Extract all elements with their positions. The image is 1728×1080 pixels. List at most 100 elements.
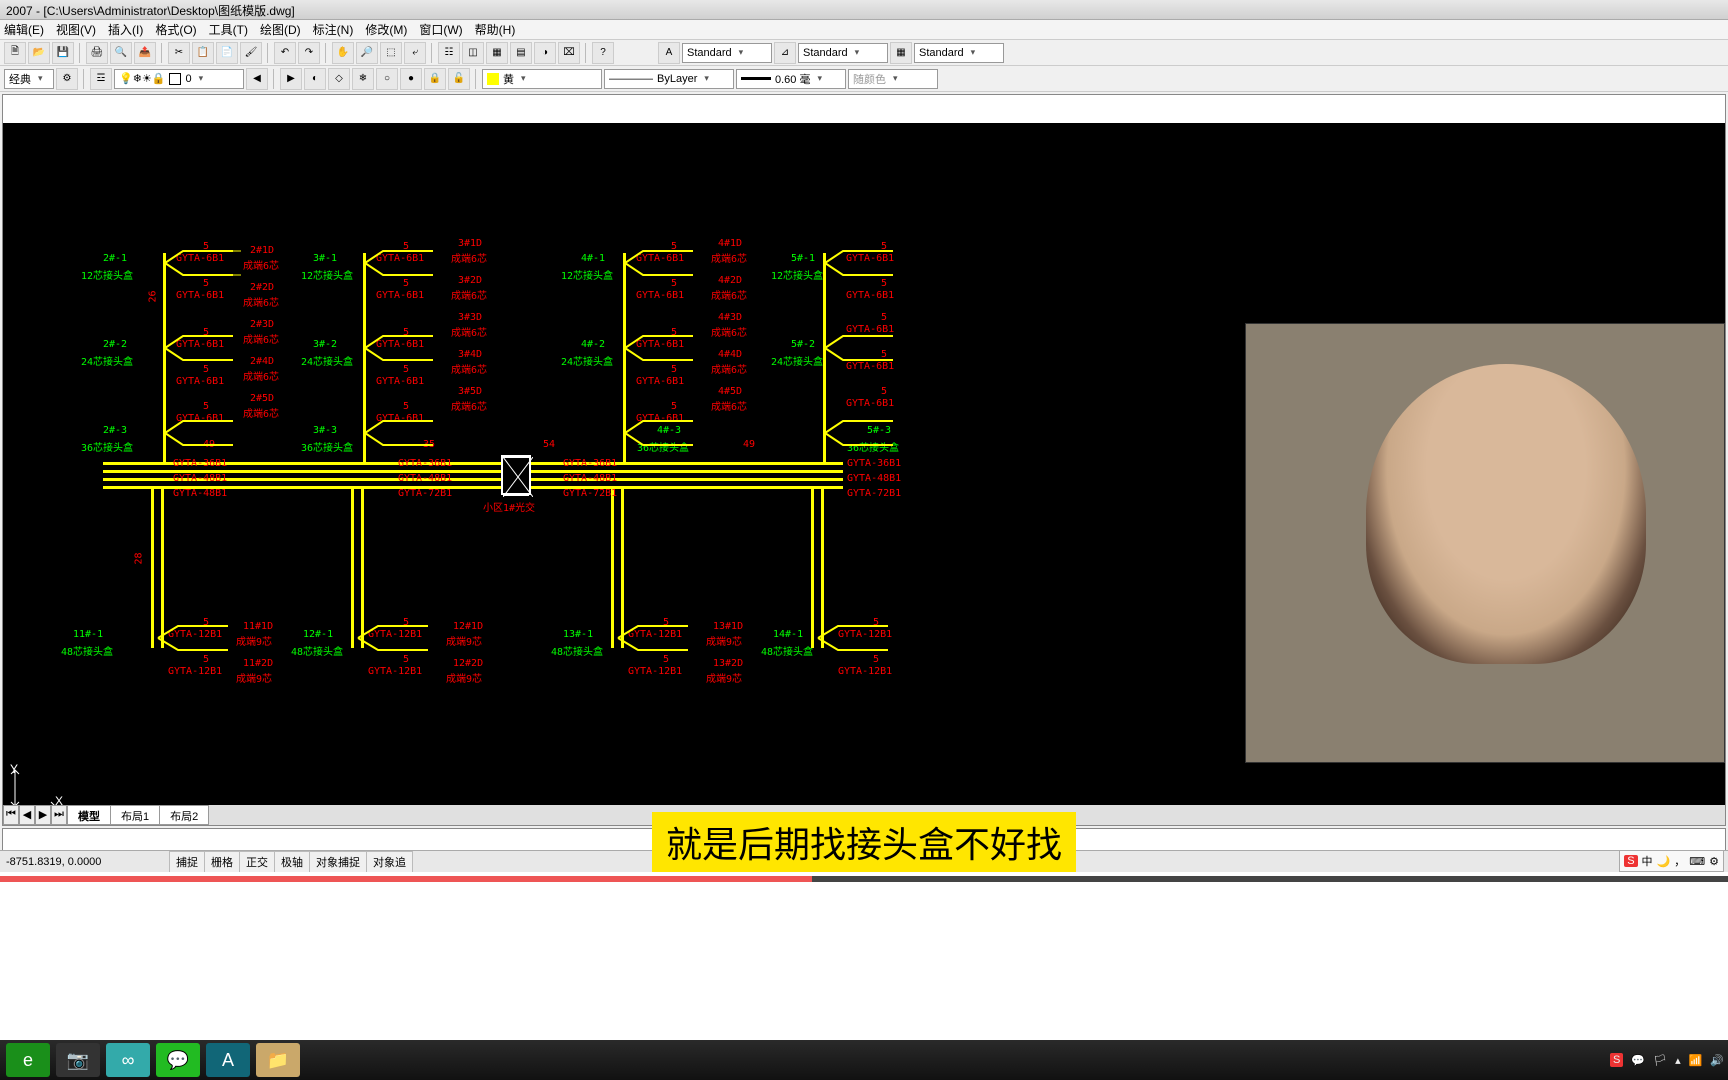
menu-modify[interactable]: 修改(M) [365, 21, 407, 38]
menu-view[interactable]: 视图(V) [56, 21, 96, 38]
tray-flag-icon[interactable]: 🏳 [1653, 1054, 1667, 1067]
ime-moon-icon[interactable]: 🌙 [1657, 855, 1671, 868]
len-2-1b: 5 [203, 278, 209, 289]
markup-icon[interactable]: ◑ [534, 42, 556, 64]
tray-chevron-icon[interactable]: ▴ [1675, 1054, 1681, 1067]
table-style-icon[interactable]: ▦ [890, 42, 912, 64]
taskbar-app-360[interactable]: e [6, 1043, 50, 1077]
undo-icon[interactable]: ↶ [274, 42, 296, 64]
layer-prev-icon[interactable]: ◀ [246, 68, 268, 90]
tab-model[interactable]: 模型 [67, 805, 111, 825]
zoom-icon[interactable]: 🔎 [356, 42, 378, 64]
tab-layout1[interactable]: 布局1 [110, 805, 160, 825]
save-icon[interactable]: 💾 [52, 42, 74, 64]
help-icon[interactable]: ? [592, 42, 614, 64]
taskbar-app-wechat[interactable]: 💬 [156, 1043, 200, 1077]
open-icon[interactable]: 📂 [28, 42, 50, 64]
layer-freeze-icon[interactable]: ❄ [352, 68, 374, 90]
print-icon[interactable]: 🖨 [86, 42, 108, 64]
layer-iso-icon[interactable]: ◇ [328, 68, 350, 90]
zoom-window-icon[interactable]: ⬚ [380, 42, 402, 64]
workspace-gear-icon[interactable]: ⚙ [56, 68, 78, 90]
tray-sogou-icon[interactable]: S [1610, 1053, 1623, 1067]
menu-draw[interactable]: 绘图(D) [260, 21, 301, 38]
ime-bar[interactable]: S 中 🌙 ， ⌨ ⚙ [1619, 850, 1724, 872]
len-2-2c: 5 [203, 401, 209, 412]
tab-last-icon[interactable]: ⏭ [51, 805, 67, 825]
ime-lang[interactable]: 中 [1642, 853, 1653, 869]
osnap-toggle[interactable]: 对象捕捉 [309, 851, 367, 873]
ime-settings-icon[interactable]: ⚙ [1709, 855, 1719, 868]
toolbar-layers: 经典 ⚙ ☲ 💡❄☀🔒0 ◀ ▶ ◐ ◇ ❄ ○ ● 🔒 🔓 黄 ――――ByL… [0, 66, 1728, 92]
snap-toggle[interactable]: 捕捉 [169, 851, 205, 873]
table-style-combo[interactable]: Standard [914, 43, 1004, 63]
copy-icon[interactable]: 📋 [192, 42, 214, 64]
layer-combo[interactable]: 💡❄☀🔒0 [114, 69, 244, 89]
taskbar: e 📷 ∞ 💬 A 📁 S 💬 🏳 ▴ 📶 🔊 [0, 1040, 1728, 1080]
preview-icon[interactable]: 🔍 [110, 42, 132, 64]
layer-unlock-icon[interactable]: 🔓 [448, 68, 470, 90]
box-13-1: 48芯接头盒 [551, 643, 603, 658]
menu-insert[interactable]: 插入(I) [108, 21, 143, 38]
publish-icon[interactable]: 📤 [134, 42, 156, 64]
menu-edit[interactable]: 编辑(E) [4, 21, 44, 38]
ortho-toggle[interactable]: 正交 [239, 851, 275, 873]
video-progress-bar[interactable] [0, 876, 1728, 882]
design-center-icon[interactable]: ◫ [462, 42, 484, 64]
tray-volume-icon[interactable]: 🔊 [1710, 1054, 1724, 1067]
gyta-3-2b: GYTA-6B1 [376, 376, 424, 387]
taskbar-app-autocad[interactable]: A [206, 1043, 250, 1077]
menu-help[interactable]: 帮助(H) [475, 21, 516, 38]
plotstyle-combo[interactable]: 随颜色 [848, 69, 938, 89]
layer-off-icon[interactable]: ○ [376, 68, 398, 90]
cut-icon[interactable]: ✂ [168, 42, 190, 64]
polar-toggle[interactable]: 极轴 [274, 851, 310, 873]
taskbar-app-baidu[interactable]: ∞ [106, 1043, 150, 1077]
layer-props-icon[interactable]: ☲ [90, 68, 112, 90]
otrack-toggle[interactable]: 对象追 [366, 851, 413, 873]
tab-next-icon[interactable]: ▶ [35, 805, 51, 825]
workspace-combo[interactable]: 经典 [4, 69, 54, 89]
ime-punct-icon[interactable]: ， [1674, 853, 1685, 869]
properties-icon[interactable]: ☷ [438, 42, 460, 64]
pan-icon[interactable]: ✋ [332, 42, 354, 64]
d-4-4: 4#4D [718, 349, 742, 360]
tray-msg-icon[interactable]: 💬 [1631, 1054, 1645, 1067]
linetype-combo[interactable]: ――――ByLayer [604, 69, 734, 89]
menu-dimension[interactable]: 标注(N) [313, 21, 354, 38]
match-icon[interactable]: 🖌 [240, 42, 262, 64]
layer-match-icon[interactable]: ◐ [304, 68, 326, 90]
text-style-icon[interactable]: A [658, 42, 680, 64]
d-13-2: 13#2D [713, 658, 743, 669]
lineweight-combo[interactable]: 0.60 毫 [736, 69, 846, 89]
text-style-combo[interactable]: Standard [682, 43, 772, 63]
dim-style-icon[interactable]: ⊿ [774, 42, 796, 64]
drawing-canvas[interactable]: 小区1#光交 2#-1 12芯接头盒 5 GYTA-6B1 5 GYTA-6B1… [3, 123, 1725, 825]
new-icon[interactable]: 🗎 [4, 42, 26, 64]
ime-keyboard-icon[interactable]: ⌨ [1689, 855, 1705, 868]
calc-icon[interactable]: ⌧ [558, 42, 580, 64]
redo-icon[interactable]: ↷ [298, 42, 320, 64]
grid-toggle[interactable]: 栅格 [204, 851, 240, 873]
make-current-icon[interactable]: ▶ [280, 68, 302, 90]
menu-format[interactable]: 格式(O) [155, 21, 196, 38]
layer-lock-icon[interactable]: 🔒 [424, 68, 446, 90]
sheet-set-icon[interactable]: ▤ [510, 42, 532, 64]
tool-palette-icon[interactable]: ▦ [486, 42, 508, 64]
zoom-prev-icon[interactable]: ⤶ [404, 42, 426, 64]
dim-style-combo[interactable]: Standard [798, 43, 888, 63]
paste-icon[interactable]: 📄 [216, 42, 238, 64]
title-bar: 2007 - [C:\Users\Administrator\Desktop\图… [0, 0, 1728, 20]
term-4-3: 成端6芯 [711, 324, 747, 339]
tray-network-icon[interactable]: 📶 [1689, 1054, 1703, 1067]
menu-window[interactable]: 窗口(W) [419, 21, 462, 38]
taskbar-app-recorder[interactable]: 📷 [56, 1043, 100, 1077]
color-combo[interactable]: 黄 [482, 69, 602, 89]
box-2-3: 36芯接头盒 [81, 439, 133, 454]
tab-prev-icon[interactable]: ◀ [19, 805, 35, 825]
tab-first-icon[interactable]: ⏮ [3, 805, 19, 825]
layer-on-icon[interactable]: ● [400, 68, 422, 90]
tab-layout2[interactable]: 布局2 [159, 805, 209, 825]
menu-tools[interactable]: 工具(T) [209, 21, 248, 38]
taskbar-app-explorer[interactable]: 📁 [256, 1043, 300, 1077]
